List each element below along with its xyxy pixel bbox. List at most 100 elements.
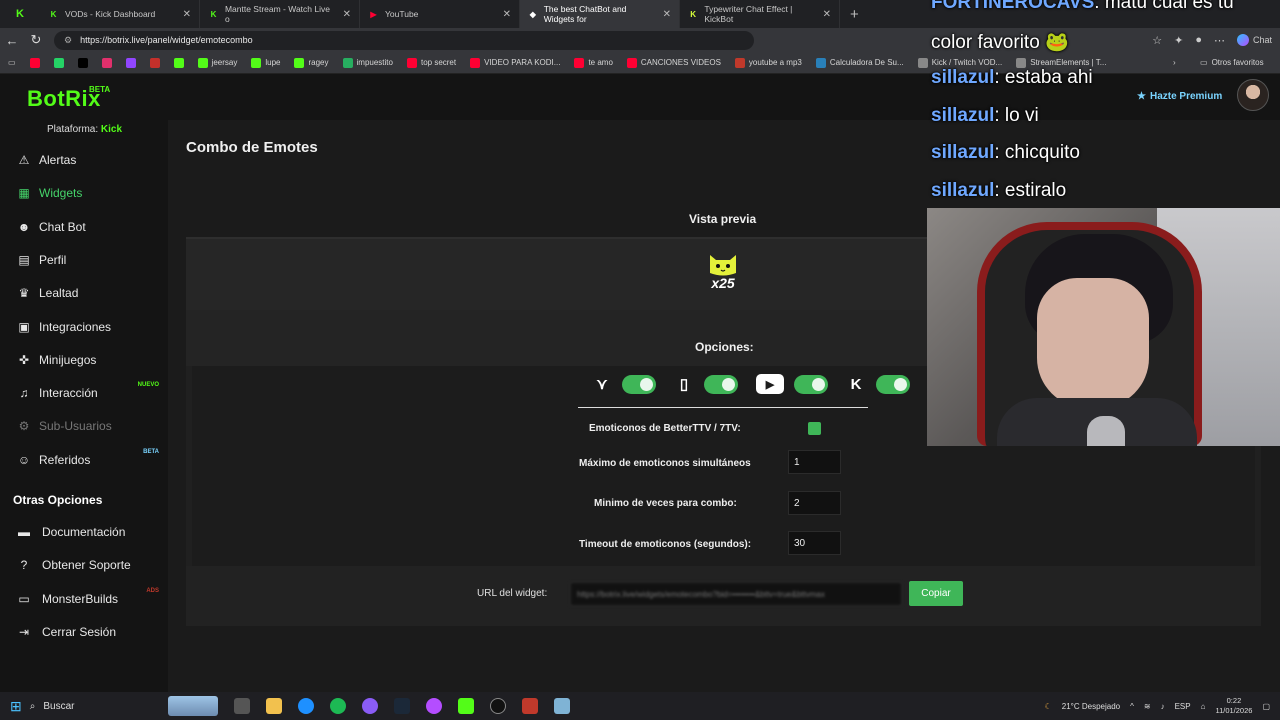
combo-count: x25: [711, 275, 735, 291]
widget-thumbnail-icon[interactable]: [167, 696, 218, 716]
browser-tab[interactable]: ▶ YouTube ✕: [360, 0, 520, 28]
bookmark-item[interactable]: ragey: [294, 57, 329, 68]
close-icon[interactable]: ✕: [343, 9, 351, 20]
kickbot-icon: K: [690, 9, 697, 19]
notification-icon[interactable]: ▢: [1262, 702, 1270, 711]
sidebar: Plataforma: Kick ⚠ Alertas ▦ Widgets ☻ Chat B…: [0, 120, 168, 692]
youtube-toggle[interactable]: [794, 374, 828, 394]
weather-text[interactable]: 21°C Despejado: [1062, 702, 1120, 711]
site-info-icon[interactable]: ⚙: [64, 35, 72, 46]
chat-separator: :: [994, 179, 1005, 201]
wifi-icon[interactable]: ≋: [1144, 702, 1151, 711]
bookmark-item[interactable]: [173, 57, 184, 68]
sidebar-badge: NUEVO: [137, 382, 159, 389]
twitch-toggle[interactable]: [704, 374, 738, 394]
bookmark-favicon-icon: [470, 57, 481, 68]
sidebar-item-obtenersoporte[interactable]: ? Obtener Soporte: [0, 552, 168, 578]
new-tab-button[interactable]: +: [840, 6, 869, 23]
sidebar-item-referidos[interactable]: ☺ Referidos BETA: [0, 447, 168, 473]
chat-message: FORTINEROCAVS: matu cual es tu: [931, 0, 1234, 14]
bookmark-item[interactable]: [149, 57, 160, 68]
close-icon[interactable]: ✕: [503, 9, 511, 20]
edge-icon[interactable]: [297, 698, 314, 714]
sidebar-item-lealtad[interactable]: ♛ Lealtad: [0, 280, 168, 306]
sidebar-item-minijuegos[interactable]: ✜ Minijuegos: [0, 347, 168, 373]
bookmark-item[interactable]: jeersay: [197, 57, 237, 68]
widget-url-field[interactable]: https://botrix.live/widgets/emotecombo?b…: [570, 582, 902, 606]
copy-button[interactable]: Copiar: [909, 581, 963, 606]
tab-list: K VODs - Kick Dashboard ✕ K Mantte Stream - …: [40, 0, 840, 28]
windows-start-icon[interactable]: ⊞: [10, 698, 22, 715]
task-view-icon[interactable]: [233, 698, 250, 714]
bookmark-item[interactable]: [101, 57, 112, 68]
browser-tab[interactable]: K Typewriter Chat Effect | KickBot ✕: [680, 0, 840, 28]
min-combo-input[interactable]: 2: [788, 491, 841, 515]
taskbar-search[interactable]: ⌕ Buscar: [30, 701, 160, 712]
sidebar-item-documentacin[interactable]: ▬ Documentación: [0, 519, 168, 545]
bookmark-item[interactable]: impuestito: [342, 57, 393, 68]
bttv-checkbox[interactable]: [808, 422, 821, 435]
back-button[interactable]: ←: [0, 33, 24, 48]
sidebar-item-chatbot[interactable]: ☻ Chat Bot: [0, 214, 168, 240]
app3-icon[interactable]: [521, 698, 538, 714]
logo-beta-badge: BETA: [89, 85, 111, 94]
language-indicator[interactable]: ESP: [1175, 702, 1191, 711]
clock[interactable]: 0:22 11/01/2026: [1215, 696, 1252, 716]
max-emotes-input[interactable]: 1: [788, 450, 841, 474]
sidebar-item-interaccin[interactable]: ♫ Interacción NUEVO: [0, 380, 168, 406]
volume-icon[interactable]: ♪: [1161, 702, 1165, 711]
bookmark-favicon-icon: [342, 57, 353, 68]
bookmark-item[interactable]: [125, 57, 136, 68]
bookmark-item[interactable]: Calculadora De Su...: [815, 57, 904, 68]
kick-app-icon[interactable]: [457, 698, 474, 714]
bookmark-favicon-icon: [815, 57, 826, 68]
obs-icon[interactable]: [489, 698, 506, 714]
bookmark-item[interactable]: lupe: [251, 57, 280, 68]
weather-icon[interactable]: ☾: [1045, 702, 1052, 711]
sidebar-item-monsterbuilds[interactable]: ▭ MonsterBuilds ADS: [0, 586, 168, 612]
max-emotes-label: Máximo de emoticonos simultáneos: [579, 458, 751, 469]
reload-button[interactable]: ↻: [24, 32, 48, 48]
sidebar-item-cerrarsesin[interactable]: ⇥ Cerrar Sesión: [0, 619, 168, 645]
close-icon[interactable]: ✕: [823, 9, 831, 20]
sidebar-item-integraciones[interactable]: ▣ Integraciones: [0, 314, 168, 340]
browser-tab[interactable]: ◆ The best ChatBot and Widgets for ✕: [520, 0, 680, 28]
bookmark-item[interactable]: [53, 57, 64, 68]
sidebar-item-subusuarios[interactable]: ⚙ Sub-Usuarios: [0, 413, 168, 439]
sidebar-item-alertas[interactable]: ⚠ Alertas: [0, 147, 168, 173]
app4-icon[interactable]: [553, 698, 570, 714]
bookmark-item[interactable]: [29, 57, 40, 68]
grid-icon: ▦: [18, 186, 30, 201]
min-combo-label: Minimo de veces para combo:: [594, 498, 737, 509]
kick-toggle[interactable]: [876, 374, 910, 394]
7tv-toggle[interactable]: [622, 374, 656, 394]
timeout-input[interactable]: 30: [788, 531, 841, 555]
bookmark-favicon-icon: [173, 57, 184, 68]
chat-text: estiralo: [1004, 179, 1067, 201]
sidebar-item-perfil[interactable]: ▤ Perfil: [0, 247, 168, 273]
close-icon[interactable]: ✕: [183, 9, 191, 20]
bookmark-item[interactable]: CANCIONES VIDEOS: [626, 57, 721, 68]
network-icon[interactable]: ⌂: [1201, 702, 1206, 711]
app2-icon[interactable]: [425, 698, 442, 714]
kick-icon[interactable]: K: [0, 0, 40, 28]
bookmark-item[interactable]: top secret: [406, 57, 456, 68]
close-icon[interactable]: ✕: [663, 9, 671, 20]
page-title: Combo de Emotes: [186, 139, 318, 156]
steam-icon[interactable]: [393, 698, 410, 714]
spotify-icon[interactable]: [329, 698, 346, 714]
bookmark-item[interactable]: [77, 57, 88, 68]
twitch-icon: ▯: [679, 376, 689, 393]
file-explorer-icon[interactable]: [265, 698, 282, 714]
url-input[interactable]: ⚙ https://botrix.live/panel/widget/emote…: [54, 30, 754, 50]
browser-tab[interactable]: K VODs - Kick Dashboard ✕: [40, 0, 200, 28]
sidebar-item-widgets[interactable]: ▦ Widgets: [0, 180, 168, 206]
tab-search-icon[interactable]: ▭: [8, 58, 16, 67]
bookmark-item[interactable]: youtube a mp3: [734, 57, 802, 68]
app-icon[interactable]: [361, 698, 378, 714]
sidebar-item-label: Cerrar Sesión: [42, 624, 117, 639]
browser-tab[interactable]: K Mantte Stream - Watch Live o ✕: [200, 0, 360, 28]
tray-chevron-icon[interactable]: ^: [1130, 702, 1134, 711]
bookmark-item[interactable]: VIDEO PARA KODI...: [470, 57, 560, 68]
bookmark-item[interactable]: te amo: [574, 57, 613, 68]
